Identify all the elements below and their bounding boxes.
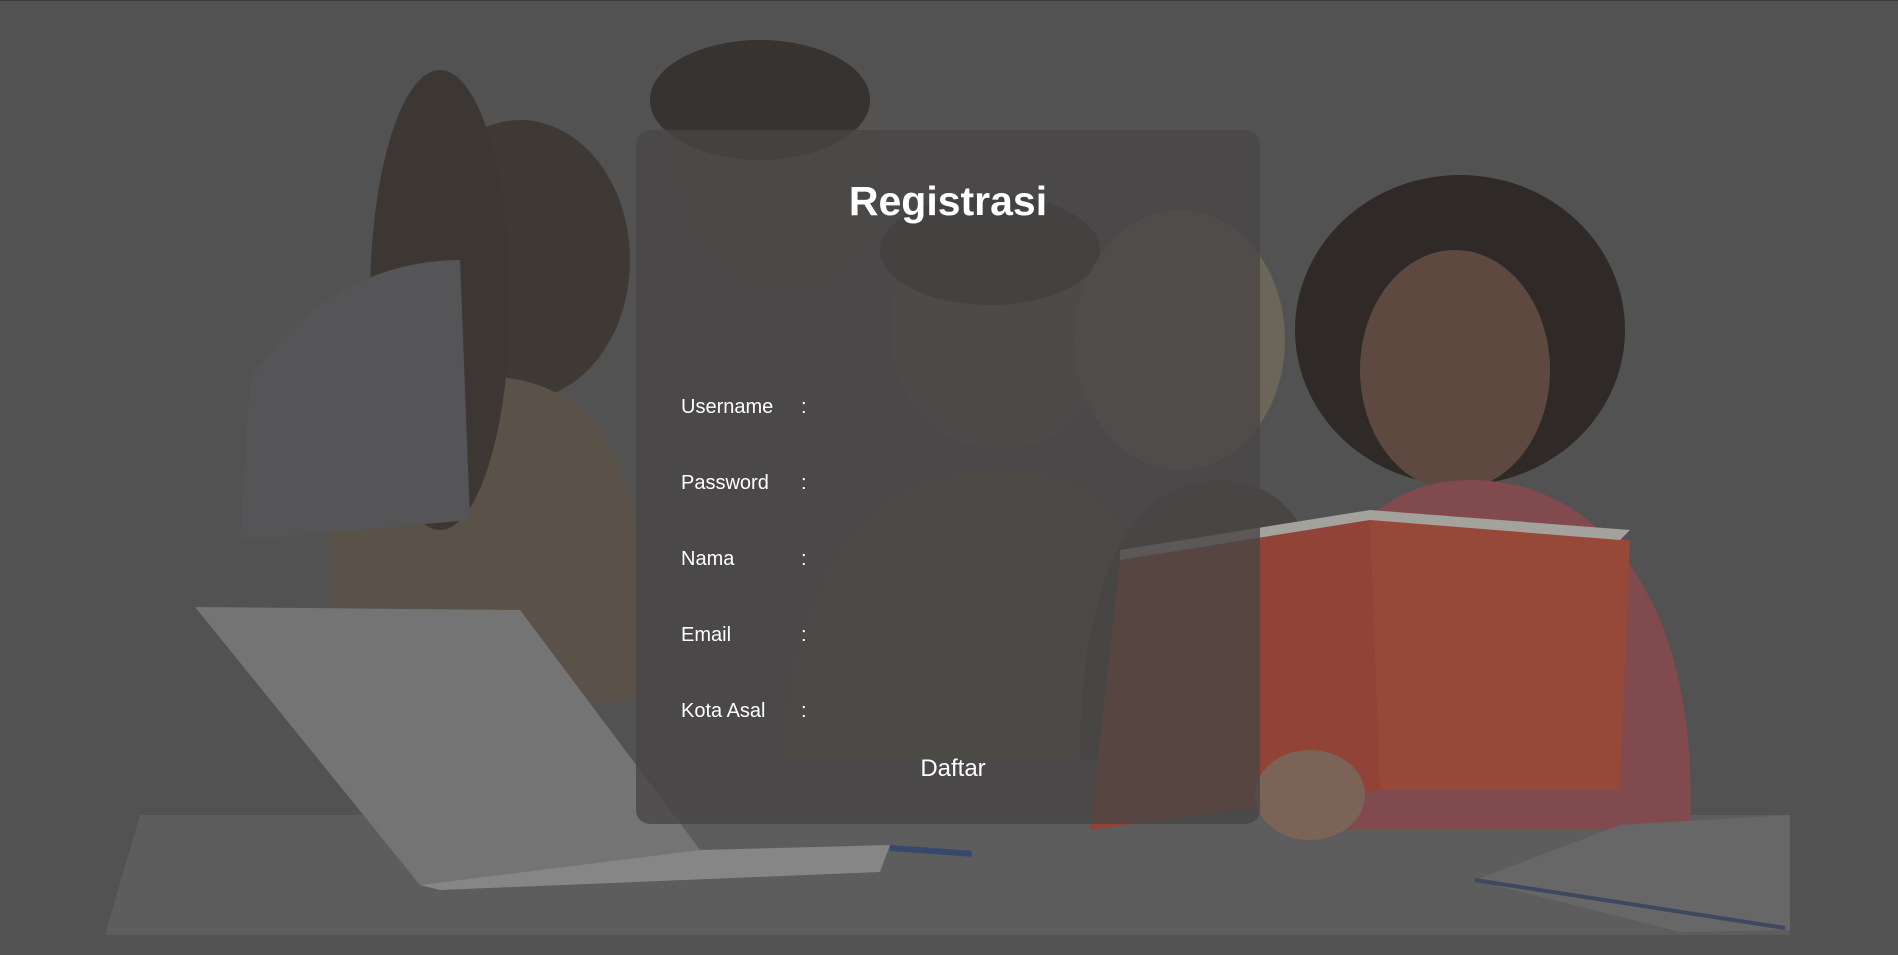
kota-asal-input[interactable] bbox=[821, 696, 1221, 726]
nama-label: Nama bbox=[681, 547, 735, 570]
email-row: Email : bbox=[681, 615, 1221, 655]
username-label: Username bbox=[681, 395, 774, 418]
password-row: Password : bbox=[681, 463, 1221, 503]
password-input[interactable] bbox=[821, 468, 1221, 498]
page-title: Registrasi bbox=[848, 178, 1048, 224]
email-separator: : bbox=[801, 623, 807, 646]
nama-input[interactable] bbox=[821, 544, 1221, 574]
nama-row: Nama : bbox=[681, 539, 1221, 579]
username-row: Username : bbox=[681, 387, 1221, 427]
password-label: Password bbox=[681, 471, 769, 494]
top-border bbox=[0, 0, 1898, 1]
kota-asal-row: Kota Asal : bbox=[681, 691, 1221, 731]
daftar-button[interactable]: Daftar bbox=[898, 750, 1008, 788]
kota-asal-separator: : bbox=[801, 699, 807, 722]
email-input[interactable] bbox=[821, 620, 1221, 650]
username-input[interactable] bbox=[821, 392, 1221, 422]
email-label: Email bbox=[681, 623, 732, 646]
password-separator: : bbox=[801, 471, 807, 494]
kota-asal-label: Kota Asal bbox=[681, 699, 766, 722]
registration-card: Registrasi Username : Password : Nama : … bbox=[636, 130, 1260, 824]
nama-separator: : bbox=[801, 547, 807, 570]
username-separator: : bbox=[801, 395, 807, 418]
